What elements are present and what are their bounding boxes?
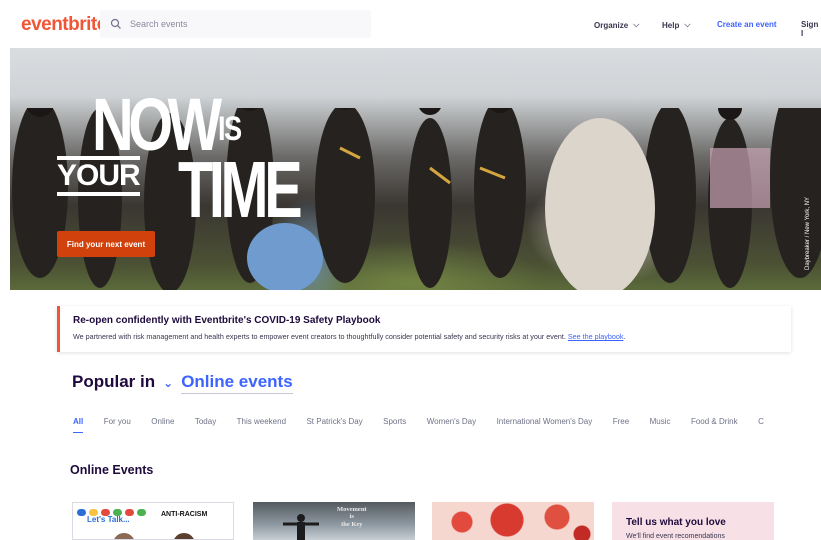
nav-help[interactable]: Help ⌵: [662, 20, 690, 30]
banner-body-text: We partnered with risk management and he…: [73, 332, 566, 341]
card-anti-racism-text: ANTI-RACISM: [161, 511, 208, 518]
eventbrite-logo[interactable]: eventbrite: [21, 14, 107, 36]
tab-st-patricks-day[interactable]: St Patrick's Day: [306, 417, 362, 432]
popular-in-heading: Popular in ⌄ Online events: [72, 372, 293, 394]
photo-credit: Daybreaker / New York, NY: [805, 196, 811, 270]
event-artwork: [432, 502, 594, 540]
popular-in-label: Popular in: [72, 372, 156, 391]
chevron-down-icon[interactable]: ⌄: [163, 376, 173, 390]
tab-all[interactable]: All: [73, 417, 84, 433]
nav-create-event[interactable]: Create an event: [717, 20, 777, 29]
nav-sign-in[interactable]: Sign I: [801, 20, 821, 38]
event-card[interactable]: Let's Talk... ANTI-RACISM: [72, 502, 234, 540]
interests-card-title: Tell us what you love: [626, 517, 726, 528]
tab-womens-day[interactable]: Women's Day: [427, 417, 476, 432]
hero-banner: NOW IS YOUR TIME Find your next event Da…: [10, 48, 821, 290]
search-input[interactable]: [130, 19, 350, 29]
tab-food-drink[interactable]: Food & Drink: [691, 417, 738, 432]
banner-body: We partnered with risk management and he…: [73, 332, 791, 341]
banner-body-end: .: [623, 332, 626, 341]
card-lets-talk-text: Let's Talk...: [87, 515, 130, 524]
tab-international-womens-day[interactable]: International Women's Day: [497, 417, 593, 432]
tab-free[interactable]: Free: [613, 417, 629, 432]
top-header: eventbrite Organize ⌵ Help ⌵ Create an e…: [0, 0, 821, 48]
location-selector[interactable]: Online events: [181, 372, 293, 394]
find-next-event-button[interactable]: Find your next event: [57, 231, 155, 257]
nav-help-label: Help: [662, 20, 680, 30]
tab-more[interactable]: C: [758, 417, 764, 432]
tab-today[interactable]: Today: [195, 417, 216, 432]
hero-headline-is: IS: [218, 110, 242, 148]
covid-safety-banner: Re-open confidently with Eventbrite's CO…: [57, 306, 791, 352]
tab-music[interactable]: Music: [650, 417, 671, 432]
hero-headline-your: YOUR: [57, 156, 141, 196]
category-tabs: All For you Online Today This weekend St…: [73, 411, 821, 433]
tab-for-you[interactable]: For you: [104, 417, 131, 432]
interests-card-subtitle: We'll find event recomendations: [626, 533, 725, 540]
search-icon: [110, 18, 121, 29]
dancer-figure: [283, 514, 319, 540]
chevron-down-icon: ⌵: [633, 20, 640, 29]
nav-organize-label: Organize: [594, 20, 629, 30]
chevron-down-icon: ⌵: [684, 20, 691, 29]
see-playbook-link[interactable]: See the playbook: [568, 332, 624, 341]
avatar: [111, 531, 137, 539]
event-card[interactable]: [432, 502, 594, 540]
banner-title: Re-open confidently with Eventbrite's CO…: [73, 315, 381, 326]
nav-organize[interactable]: Organize ⌵: [594, 20, 639, 30]
online-events-heading: Online Events: [70, 463, 154, 477]
hero-headline-time: TIME: [178, 145, 303, 234]
tab-this-weekend[interactable]: This weekend: [237, 417, 286, 432]
tab-sports[interactable]: Sports: [383, 417, 406, 432]
tab-online[interactable]: Online: [151, 417, 174, 432]
interests-card[interactable]: Tell us what you love We'll find event r…: [612, 502, 774, 540]
search-bar[interactable]: [100, 10, 371, 38]
event-card[interactable]: Movement is the Key: [253, 502, 415, 540]
avatar: [171, 531, 197, 539]
